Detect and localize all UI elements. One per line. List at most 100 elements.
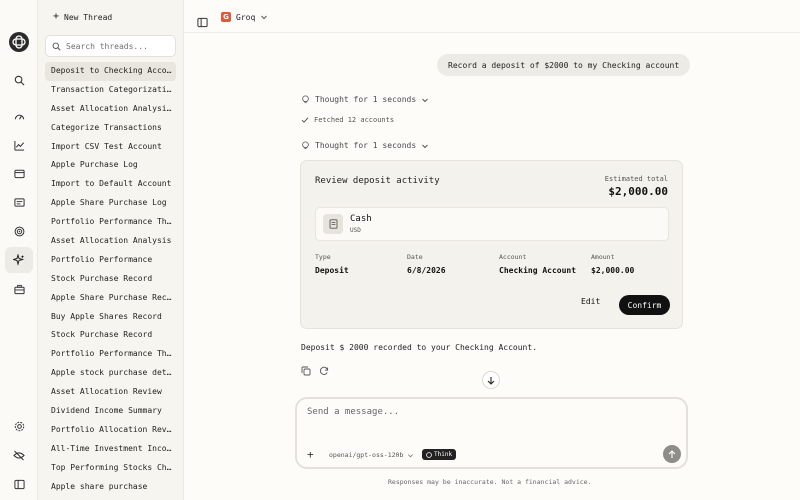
privacy-icon[interactable] <box>5 442 33 468</box>
thread-item[interactable]: Asset Allocation Analysis <box>45 232 176 251</box>
detail-value: Checking Account <box>499 266 577 275</box>
briefcase-icon[interactable] <box>5 276 33 302</box>
detail-date: Date 6/8/2026 <box>407 253 446 275</box>
thread-item[interactable]: Import CSV Test Account <box>45 138 176 157</box>
detail-label: Amount <box>591 253 615 261</box>
detail-type: Type Deposit <box>315 253 349 275</box>
groq-logo-icon: G <box>221 12 231 22</box>
thread-item[interactable]: Asset Allocation Review <box>45 383 176 402</box>
search-icon[interactable] <box>5 67 33 93</box>
thread-item[interactable]: Transaction Categorization <box>45 81 176 100</box>
dashboard-icon[interactable] <box>5 103 33 129</box>
review-deposit-card: Review deposit activity Estimated total … <box>300 160 683 329</box>
asset-name: Cash <box>350 214 372 224</box>
detail-account: Account Checking Account <box>499 253 576 275</box>
thread-item[interactable]: Portfolio Performance This Year <box>45 345 176 364</box>
confirm-button[interactable]: Confirm <box>619 295 670 315</box>
thread-item[interactable]: All-Time Investment Income <box>45 440 176 459</box>
new-thread-label: New Thread <box>64 12 113 22</box>
chevron-down-icon <box>422 144 429 148</box>
arrow-up-icon <box>668 449 676 458</box>
settings-icon[interactable] <box>5 413 33 439</box>
detail-label: Type <box>315 253 331 261</box>
thought-label: Thought for 1 seconds <box>315 141 417 150</box>
thread-item[interactable]: Stock Purchase Record <box>45 326 176 345</box>
response-actions <box>301 361 329 380</box>
think-toggle[interactable]: Think <box>422 449 457 460</box>
thread-item[interactable]: Categorize Transactions <box>45 119 176 138</box>
message-composer: + openai/gpt-oss-120b Think <box>295 397 688 469</box>
sparkle-icon[interactable] <box>5 247 33 273</box>
thread-item[interactable]: Portfolio Performance <box>45 251 176 270</box>
scroll-down-button[interactable] <box>482 371 500 389</box>
chevron-down-icon <box>422 98 429 102</box>
message-input[interactable] <box>307 407 667 429</box>
search-threads-input[interactable] <box>66 41 166 51</box>
plus-icon: + <box>53 11 60 22</box>
thread-list: Deposit to Checking Account Transaction … <box>45 62 176 496</box>
chevron-down-icon <box>261 15 268 20</box>
provider-name: Groq <box>236 12 256 22</box>
model-selector[interactable]: openai/gpt-oss-120b <box>329 451 414 459</box>
thread-item[interactable]: Portfolio Allocation Review <box>45 421 176 440</box>
estimated-total-label: Estimated total <box>604 175 668 183</box>
thread-item[interactable]: Deposit to Checking Account <box>45 62 176 81</box>
disclaimer: Responses may be inaccurate. Not a finan… <box>388 478 592 486</box>
chart-icon[interactable] <box>5 132 33 158</box>
edit-button[interactable]: Edit <box>581 297 600 306</box>
thread-item[interactable]: Portfolio Performance This Month <box>45 213 176 232</box>
thought-toggle[interactable]: Thought for 1 seconds <box>301 95 429 104</box>
lightbulb-icon <box>302 95 309 104</box>
detail-value: 6/8/2026 <box>407 266 446 275</box>
detail-amount: Amount $2,000.00 <box>591 253 634 275</box>
detail-label: Account <box>499 253 527 261</box>
model-name: openai/gpt-oss-120b <box>329 451 404 459</box>
threads-panel: + New Thread Deposit to Checking Account… <box>38 0 184 500</box>
check-icon <box>301 117 309 123</box>
thread-item[interactable]: Buy Apple Shares Record <box>45 308 176 327</box>
detail-label: Date <box>407 253 423 261</box>
thread-item[interactable]: Top Performing Stocks Check <box>45 459 176 478</box>
send-button[interactable] <box>663 445 681 463</box>
search-icon <box>52 42 61 51</box>
provider-selector[interactable]: G Groq <box>221 12 268 22</box>
transactions-icon[interactable] <box>5 189 33 215</box>
thread-item[interactable]: Apple stock purchase details <box>45 364 176 383</box>
thread-item[interactable]: Asset Allocation Analysis Request <box>45 100 176 119</box>
copy-icon[interactable] <box>301 361 311 380</box>
assistant-response: Deposit $ 2000 recorded to your Checking… <box>301 343 538 352</box>
thread-item[interactable]: Apple share purchase <box>45 478 176 497</box>
asset-row: Cash USD <box>315 207 669 241</box>
asset-currency: USD <box>350 227 361 234</box>
lightbulb-icon <box>302 141 309 150</box>
thread-item[interactable]: Apple Share Purchase Log <box>45 194 176 213</box>
regenerate-icon[interactable] <box>319 361 329 380</box>
arrow-down-icon <box>487 376 495 385</box>
estimated-total-value: $2,000.00 <box>608 185 668 198</box>
sidebar-toggle-icon[interactable] <box>5 471 33 497</box>
panel-toggle-icon[interactable] <box>197 13 208 32</box>
thread-item[interactable]: Import to Default Account <box>45 175 176 194</box>
document-icon <box>323 214 343 234</box>
brain-icon <box>426 451 432 458</box>
think-label: Think <box>434 451 453 458</box>
chevron-down-icon <box>408 453 414 457</box>
thread-item[interactable]: Dividend Income Summary <box>45 402 176 421</box>
thread-item[interactable]: Apple Purchase Log <box>45 156 176 175</box>
add-attachment-button[interactable]: + <box>307 449 314 460</box>
thought-toggle[interactable]: Thought for 1 seconds <box>301 141 429 150</box>
wallet-icon[interactable] <box>5 160 33 186</box>
fetched-label: Fetched 12 accounts <box>314 116 395 124</box>
logo-icon[interactable] <box>9 32 29 52</box>
detail-value: $2,000.00 <box>591 266 635 275</box>
thread-item[interactable]: Stock Purchase Record <box>45 270 176 289</box>
thought-label: Thought for 1 seconds <box>315 95 417 104</box>
new-thread-button[interactable]: + New Thread <box>53 12 112 22</box>
target-icon[interactable] <box>5 218 33 244</box>
fetched-accounts-status: Fetched 12 accounts <box>301 116 394 124</box>
user-message: Record a deposit of $2000 to my Checking… <box>437 54 691 76</box>
search-threads-box[interactable] <box>45 35 176 57</box>
header-divider <box>184 32 800 33</box>
detail-value: Deposit <box>315 266 349 275</box>
thread-item[interactable]: Apple Share Purchase Record <box>45 289 176 308</box>
